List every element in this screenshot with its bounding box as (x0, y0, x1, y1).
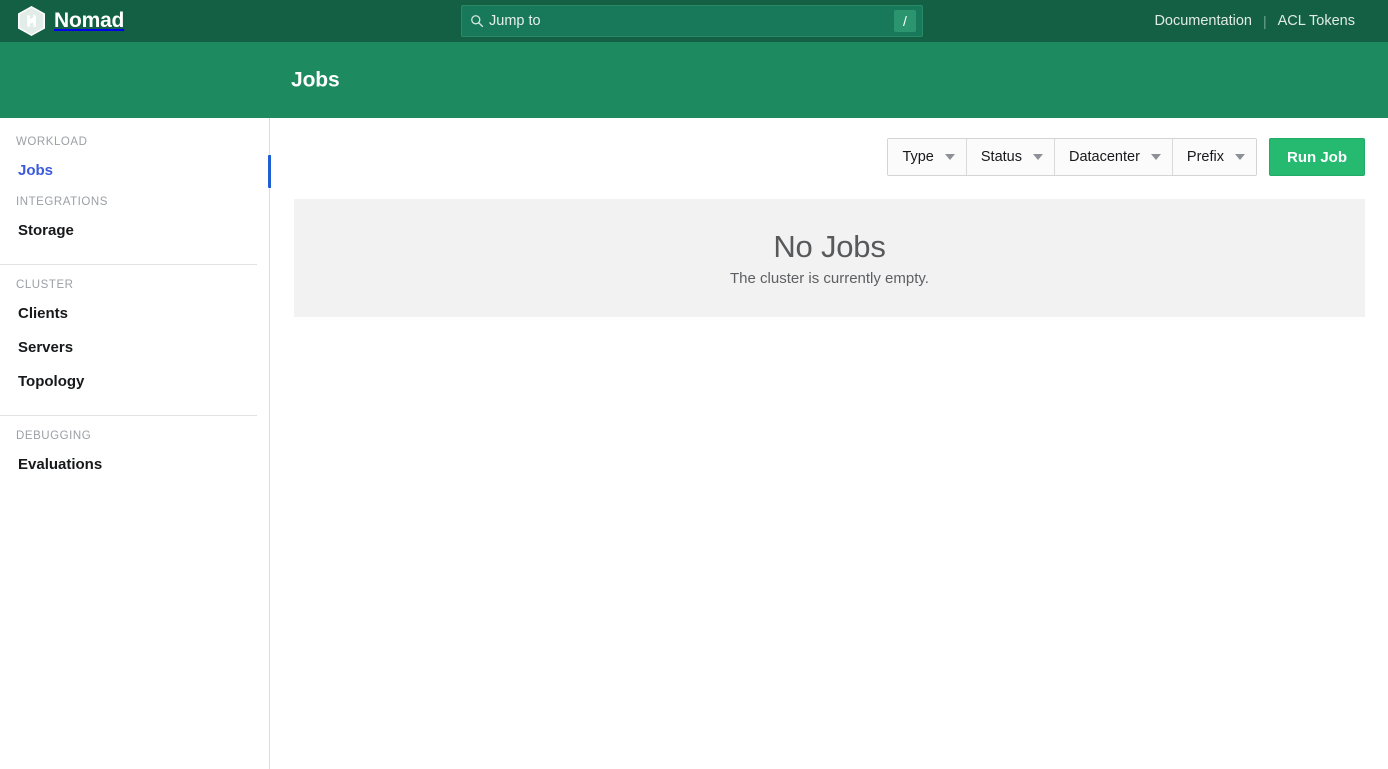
filter-prefix-button[interactable]: Prefix (1173, 139, 1256, 175)
acl-tokens-link[interactable]: ACL Tokens (1278, 14, 1355, 29)
run-job-button[interactable]: Run Job (1269, 138, 1365, 176)
brand-home-link[interactable]: Nomad (0, 0, 124, 42)
top-navigation-bar: Nomad Jump to / Documentation | ACL Toke… (0, 0, 1388, 42)
nomad-hexagon-logo-icon (18, 6, 45, 36)
global-search-input[interactable]: Jump to / (461, 5, 923, 37)
jobs-toolbar: Type Status Datacenter Prefix Run Job (887, 138, 1365, 176)
filter-label: Datacenter (1069, 150, 1140, 165)
filter-label: Prefix (1187, 150, 1224, 165)
sidebar-heading-debugging: DEBUGGING (0, 428, 269, 444)
empty-state-message: The cluster is currently empty. (730, 271, 929, 286)
sidebar-item-label: Storage (18, 222, 74, 239)
top-navigation-links: Documentation | ACL Tokens (1154, 0, 1355, 42)
sidebar-heading-integrations: INTEGRATIONS (0, 194, 269, 210)
chevron-down-icon (1033, 154, 1043, 160)
chevron-down-icon (1151, 154, 1161, 160)
brand-name: Nomad (54, 10, 124, 32)
search-placeholder-text: Jump to (489, 14, 894, 29)
sidebar-item-jobs[interactable]: Jobs (0, 154, 269, 188)
sidebar-divider (0, 264, 257, 265)
filter-status-button[interactable]: Status (967, 139, 1055, 175)
sidebar-item-label: Servers (18, 339, 73, 356)
main-content: Type Status Datacenter Prefix Run Job No… (271, 118, 1388, 769)
filter-label: Type (902, 150, 933, 165)
sidebar-item-label: Clients (18, 305, 68, 322)
documentation-link[interactable]: Documentation (1154, 14, 1252, 29)
sidebar-item-clients[interactable]: Clients (0, 297, 269, 331)
filter-label: Status (981, 150, 1022, 165)
sidebar-heading-cluster: CLUSTER (0, 277, 269, 293)
sidebar-item-label: Jobs (18, 162, 53, 179)
sidebar-item-servers[interactable]: Servers (0, 331, 269, 365)
empty-state-title: No Jobs (773, 231, 885, 262)
page-title: Jobs (291, 70, 340, 91)
search-shortcut-badge: / (894, 10, 916, 32)
sidebar-item-topology[interactable]: Topology (0, 365, 269, 399)
search-icon (470, 14, 484, 28)
filter-type-button[interactable]: Type (888, 139, 966, 175)
empty-state-panel: No Jobs The cluster is currently empty. (294, 199, 1365, 317)
chevron-down-icon (1235, 154, 1245, 160)
page-subnav: Jobs (0, 42, 1388, 118)
sidebar-divider (0, 415, 257, 416)
sidebar-heading-workload: WORKLOAD (0, 134, 269, 150)
sidebar-item-label: Evaluations (18, 456, 102, 473)
filter-datacenter-button[interactable]: Datacenter (1055, 139, 1173, 175)
sidebar-navigation: WORKLOAD Jobs INTEGRATIONS Storage CLUST… (0, 118, 270, 769)
sidebar-item-storage[interactable]: Storage (0, 214, 269, 248)
sidebar-item-evaluations[interactable]: Evaluations (0, 448, 269, 482)
sidebar-item-label: Topology (18, 373, 84, 390)
filter-button-group: Type Status Datacenter Prefix (887, 138, 1257, 176)
nav-separator: | (1263, 14, 1267, 28)
chevron-down-icon (945, 154, 955, 160)
